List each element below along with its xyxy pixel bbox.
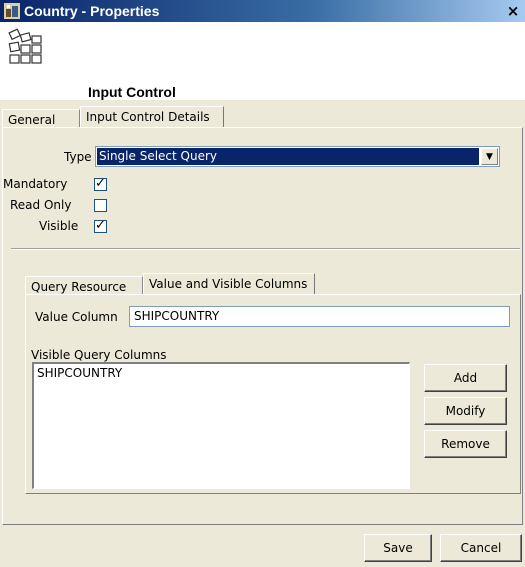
title-bar[interactable]: Country - Properties × (0, 0, 525, 22)
header-title: Input Control (88, 84, 176, 100)
sub-tab-bar: Query Resource Value and Visible Columns (25, 273, 505, 295)
visible-label: Visible (39, 219, 79, 233)
cancel-button[interactable]: Cancel (440, 534, 522, 562)
tab-value-and-visible-columns[interactable]: Value and Visible Columns (143, 273, 315, 295)
mandatory-checkbox[interactable]: ✓ (94, 176, 107, 191)
tab-input-control-details[interactable]: Input Control Details (80, 106, 224, 128)
type-selected-value: Single Select Query (97, 148, 479, 165)
divider (11, 248, 520, 250)
input-control-details-panel: Type Single Select Query ▼ Mandatory ✓ R… (2, 127, 523, 525)
app-icon (4, 3, 20, 19)
value-column-input[interactable]: SHIPCOUNTRY (129, 306, 510, 327)
input-control-icon (8, 28, 42, 64)
list-item[interactable]: SHIPCOUNTRY (37, 366, 406, 380)
tab-value-and-visible-columns-label: Value and Visible Columns (149, 277, 308, 291)
tab-query-resource[interactable]: Query Resource (25, 276, 143, 295)
add-button[interactable]: Add (424, 364, 507, 392)
dialog-header: Input Control (0, 22, 525, 100)
modify-button[interactable]: Modify (424, 397, 507, 425)
chevron-down-icon[interactable]: ▼ (481, 148, 498, 165)
window-title: Country - Properties (24, 3, 160, 19)
properties-dialog: Country - Properties × Input Control Gen… (0, 0, 525, 567)
type-select[interactable]: Single Select Query ▼ (95, 146, 500, 167)
remove-button[interactable]: Remove (424, 430, 507, 458)
tab-input-control-details-label: Input Control Details (86, 110, 210, 124)
value-column-label: Value Column (35, 310, 118, 324)
visible-checkbox[interactable]: ✓ (94, 218, 107, 233)
visible-columns-list[interactable]: SHIPCOUNTRY (32, 362, 410, 489)
save-button[interactable]: Save (364, 534, 432, 562)
read-only-label: Read Only (10, 198, 72, 212)
visible-columns-label: Visible Query Columns (31, 348, 167, 362)
value-columns-panel: Value Column SHIPCOUNTRY Visible Query C… (25, 294, 521, 494)
tab-query-resource-label: Query Resource (31, 280, 127, 294)
type-label: Type (64, 150, 92, 164)
tab-general[interactable]: General (2, 109, 80, 128)
tab-general-label: General (8, 113, 56, 127)
mandatory-label: Mandatory (3, 177, 68, 191)
main-tab-bar: General Input Control Details (2, 106, 522, 128)
check-icon: ✓ (95, 176, 106, 191)
read-only-checkbox[interactable] (94, 199, 107, 212)
check-icon: ✓ (95, 218, 106, 233)
close-icon[interactable]: × (505, 3, 521, 19)
